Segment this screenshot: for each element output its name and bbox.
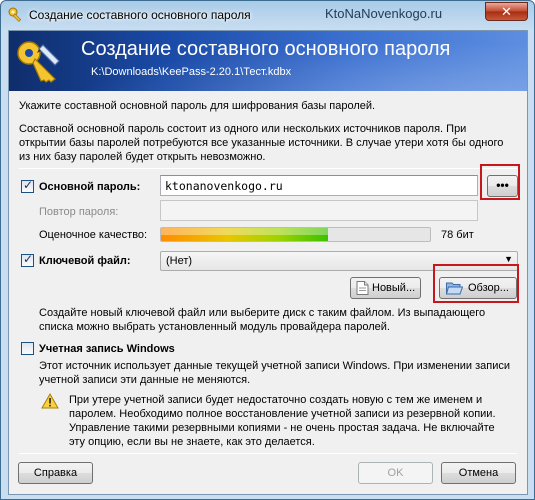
warning-text-2: паролем. Необходимо полное восстановлени… bbox=[69, 408, 496, 420]
master-password-label: Основной пароль: bbox=[39, 181, 141, 193]
dialog-client: Создание составного основного пароля K:\… bbox=[8, 30, 528, 495]
windows-account-checkbox[interactable] bbox=[21, 342, 34, 355]
key-file-selected: (Нет) bbox=[166, 255, 193, 267]
browse-button-highlight bbox=[433, 264, 519, 303]
master-password-field[interactable] bbox=[161, 176, 477, 195]
key-file-checkbox[interactable] bbox=[21, 252, 34, 267]
close-button[interactable]: ✕ bbox=[485, 2, 528, 21]
footer-separator bbox=[19, 453, 517, 454]
ok-button-label: OK bbox=[387, 467, 404, 479]
title-bar[interactable]: Создание составного основного пароля Kto… bbox=[1, 1, 534, 29]
key-file-label: Ключевой файл: bbox=[39, 255, 131, 267]
warning-icon bbox=[41, 393, 59, 409]
quality-progress-fill bbox=[161, 228, 328, 241]
key-file-desc-2: списка можно выбрать установленный модул… bbox=[39, 321, 390, 333]
intro-desc-3: из них базу паролей будет открыть невозм… bbox=[19, 151, 266, 163]
dialog-window: Создание составного основного пароля Kto… bbox=[0, 0, 535, 500]
cancel-button[interactable]: Отмена bbox=[441, 462, 516, 484]
quality-progress-bar bbox=[160, 227, 431, 242]
master-password-checkbox[interactable] bbox=[21, 178, 34, 193]
key-file-desc-1: Создайте новый ключевой файл или выберит… bbox=[39, 307, 486, 319]
new-file-icon bbox=[356, 281, 369, 295]
ok-button[interactable]: OK bbox=[358, 462, 433, 484]
repeat-password-label: Повтор пароля: bbox=[39, 206, 119, 218]
close-icon: ✕ bbox=[501, 4, 512, 19]
watermark: KtoNaNovenkogo.ru bbox=[325, 6, 443, 21]
intro-desc-1: Составной основной пароль состоит из одн… bbox=[19, 123, 467, 135]
keepass-key-icon bbox=[8, 7, 22, 22]
chevron-down-icon: ▼ bbox=[504, 254, 513, 264]
cancel-button-label: Отмена bbox=[458, 467, 499, 479]
banner-subtitle: K:\Downloads\KeePass-2.20.1\Тест.kdbx bbox=[91, 66, 292, 78]
repeat-password-field[interactable] bbox=[161, 201, 477, 220]
dots-button-highlight bbox=[480, 164, 520, 200]
intro-text: Укажите составной основной пароль для ши… bbox=[19, 100, 376, 112]
quality-value: 78 бит bbox=[441, 229, 474, 241]
intro-desc-2: открытии базы паролей потребуются все ук… bbox=[19, 137, 504, 149]
window-title: Создание составного основного пароля bbox=[29, 8, 251, 22]
help-button[interactable]: Справка bbox=[18, 462, 93, 484]
separator bbox=[19, 168, 517, 169]
key-pen-icon bbox=[17, 41, 60, 83]
repeat-password-input[interactable] bbox=[160, 200, 478, 221]
new-key-file-button[interactable]: Новый... bbox=[350, 277, 421, 299]
quality-label: Оценочное качество: bbox=[39, 229, 148, 241]
banner-title: Создание составного основного пароля bbox=[81, 38, 451, 60]
windows-account-label: Учетная запись Windows bbox=[39, 343, 175, 355]
warning-text-1: При утере учетной записи будет недостато… bbox=[69, 394, 483, 406]
new-key-file-label: Новый... bbox=[372, 282, 416, 294]
windows-account-desc-1: Этот источник использует данные текущей … bbox=[39, 360, 511, 372]
banner: Создание составного основного пароля K:\… bbox=[9, 31, 527, 91]
warning-text-3: Управление такими резервными копиями - н… bbox=[69, 422, 495, 434]
master-password-input[interactable] bbox=[160, 175, 478, 196]
warning-text-4: эту опцию, если вы не знаете, как это де… bbox=[69, 436, 315, 448]
windows-account-desc-2: учетной записи эти данные не меняются. bbox=[39, 374, 251, 386]
help-button-label: Справка bbox=[33, 467, 78, 479]
